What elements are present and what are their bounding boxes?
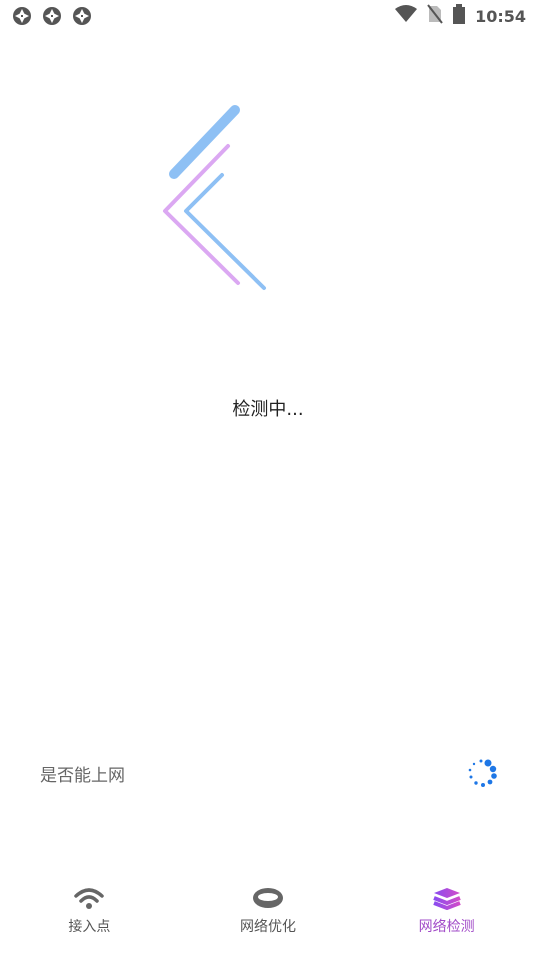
bottom-navigation: 接入点 网络优化 网络检测	[0, 880, 536, 954]
aperture-icon	[12, 6, 32, 26]
internet-check-row: 是否能上网	[0, 755, 536, 791]
nav-item-network-check[interactable]: 网络检测	[357, 880, 536, 954]
nav-label: 接入点	[68, 919, 111, 935]
wifi-icon	[73, 886, 105, 910]
nav-label: 网络优化	[240, 919, 296, 935]
battery-icon	[453, 4, 466, 28]
status-bar: 10:54	[0, 0, 536, 32]
nav-item-network-optimize[interactable]: 网络优化	[179, 880, 358, 954]
loading-spinner-icon	[466, 757, 498, 789]
layers-icon	[432, 886, 462, 910]
notification-icons	[0, 6, 92, 26]
internet-check-label: 是否能上网	[40, 766, 125, 786]
nav-item-access-point[interactable]: 接入点	[0, 880, 179, 954]
ring-icon	[251, 886, 285, 910]
no-sim-icon	[427, 4, 443, 28]
wifi-icon	[395, 5, 418, 27]
system-icons: 10:54	[395, 4, 536, 28]
aperture-icon	[72, 6, 92, 26]
clock: 10:54	[475, 6, 526, 26]
aperture-icon	[42, 6, 62, 26]
detection-animation	[140, 98, 280, 298]
nav-label: 网络检测	[418, 919, 475, 935]
detection-status-text: 检测中...	[232, 399, 304, 420]
